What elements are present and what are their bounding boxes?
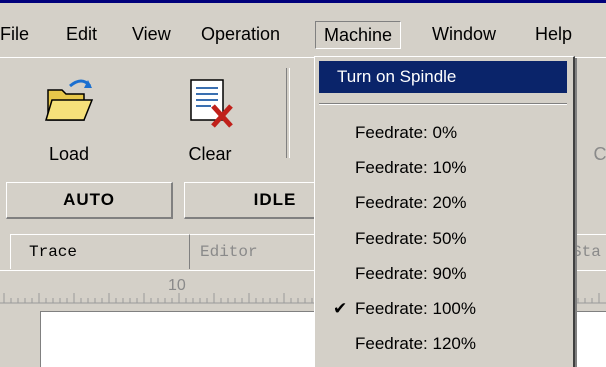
feedrate-90-item[interactable]: Feedrate: 90% (319, 258, 567, 290)
tab-editor[interactable]: Editor (190, 234, 320, 269)
menu-edit[interactable]: Edit (58, 21, 105, 47)
hidden-toolbar-button[interactable]: C (580, 66, 606, 166)
cnc-app-window: File Edit View Operation Machine Window … (0, 0, 606, 367)
feedrate-50-label: Feedrate: 50% (355, 229, 467, 248)
machine-menu-dropdown: Turn on Spindle Feedrate: 0% Feedrate: 1… (314, 56, 575, 367)
tab-status[interactable]: Sta (572, 234, 606, 269)
feedrate-20-label: Feedrate: 20% (355, 193, 467, 212)
feedrate-100-item[interactable]: ✔ Feedrate: 100% (319, 293, 567, 325)
clear-button[interactable]: Clear (165, 66, 255, 166)
tab-trace[interactable]: Trace (10, 234, 190, 269)
mode-indicator: AUTO (6, 182, 173, 219)
menu-file[interactable]: File (0, 21, 37, 47)
feedrate-50-item[interactable]: Feedrate: 50% (319, 223, 567, 255)
feedrate-0-label: Feedrate: 0% (355, 123, 458, 142)
menu-window[interactable]: Window (424, 21, 504, 47)
menu-separator (319, 103, 567, 105)
feedrate-10-item[interactable]: Feedrate: 10% (319, 152, 567, 184)
feedrate-0-item[interactable]: Feedrate: 0% (319, 117, 567, 149)
left-gutter (0, 311, 40, 367)
clear-label: Clear (188, 144, 232, 164)
feedrate-120-label: Feedrate: 120% (355, 334, 476, 353)
menu-operation[interactable]: Operation (193, 21, 288, 47)
hidden-button-label: C (593, 144, 606, 164)
menu-view[interactable]: View (124, 21, 179, 47)
turn-on-spindle-item[interactable]: Turn on Spindle (319, 61, 567, 93)
feedrate-90-label: Feedrate: 90% (355, 264, 467, 283)
checkmark-icon: ✔ (333, 299, 348, 318)
feedrate-10-label: Feedrate: 10% (355, 158, 467, 177)
menu-machine[interactable]: Machine (315, 21, 402, 49)
turn-on-spindle-label: Turn on Spindle (337, 67, 457, 86)
feedrate-120-item[interactable]: Feedrate: 120% (319, 328, 567, 360)
toolbar-separator (286, 68, 290, 158)
clear-document-icon (190, 79, 233, 128)
menu-help[interactable]: Help (527, 21, 580, 47)
feedrate-20-item[interactable]: Feedrate: 20% (319, 187, 567, 219)
menu-bar: File Edit View Operation Machine Window … (0, 3, 606, 57)
feedrate-100-label: Feedrate: 100% (355, 299, 476, 318)
load-label: Load (48, 144, 90, 164)
load-button[interactable]: Load (24, 66, 114, 166)
open-folder-icon (44, 79, 94, 121)
